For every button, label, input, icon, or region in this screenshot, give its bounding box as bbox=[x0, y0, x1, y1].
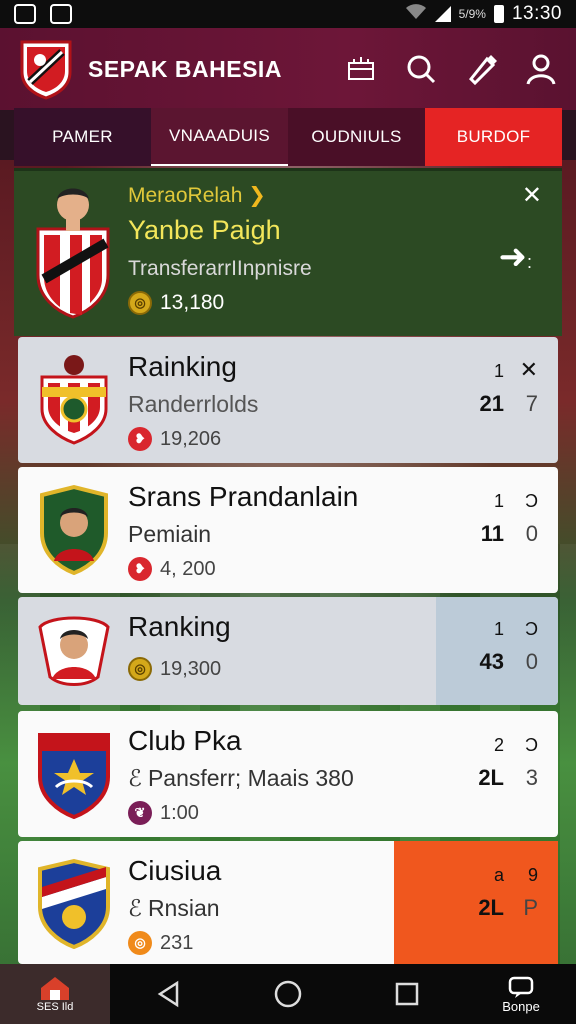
row-coins: ❥ 4, 200 bbox=[128, 557, 216, 581]
row-title: Ranking bbox=[128, 611, 231, 642]
search-icon[interactable] bbox=[404, 52, 438, 86]
profile-icon[interactable] bbox=[524, 52, 558, 86]
list-item[interactable]: Srans Prandanlain Pemiain ❥ 4, 200 1 Ɔ 1… bbox=[18, 467, 558, 593]
badge-icon: ❯ bbox=[248, 184, 266, 207]
coin-icon: ◎ bbox=[128, 291, 152, 315]
home-button[interactable] bbox=[229, 979, 348, 1009]
gift-icon: ❥ bbox=[128, 427, 152, 451]
club-crest-icon bbox=[36, 857, 112, 950]
back-button[interactable] bbox=[110, 980, 229, 1008]
row-coins: ◎ 19,300 bbox=[128, 657, 221, 681]
app-notification-icon bbox=[50, 4, 72, 24]
row-title: Club Pka bbox=[128, 725, 242, 756]
battery-percent: 5/9% bbox=[458, 7, 486, 21]
home-icon bbox=[41, 977, 69, 1000]
app-header: SEPAK BAHESIA bbox=[0, 28, 576, 110]
row-coins: ❥ 19,206 bbox=[128, 427, 221, 451]
row-coins: ◎ 231 bbox=[128, 931, 193, 955]
list-item[interactable]: Ranking ◎ 19,300 1 Ɔ 43 0 bbox=[18, 597, 558, 705]
tab-oudniuls[interactable]: OUDNIULS bbox=[288, 108, 425, 166]
row-title: Rainking bbox=[128, 351, 237, 382]
signal-icon bbox=[434, 6, 451, 22]
wifi-icon bbox=[405, 3, 427, 25]
club-crest-icon bbox=[36, 727, 112, 820]
row-subtitle: ℰ Rnsian bbox=[128, 895, 220, 921]
square-icon bbox=[395, 982, 418, 1006]
status-bar: 5/9% 13:30 bbox=[0, 0, 576, 28]
battery-icon bbox=[493, 5, 504, 23]
row-subtitle: Randerrlolds bbox=[128, 391, 259, 417]
club-logo[interactable] bbox=[18, 38, 74, 100]
row-subtitle: Pemiain bbox=[128, 521, 212, 547]
player-crest-icon bbox=[36, 483, 112, 576]
tab-burdof[interactable]: BURDOF bbox=[425, 108, 562, 166]
collapse-icon[interactable]: ✕ bbox=[522, 181, 542, 210]
list-item[interactable]: Ciusiua ℰ Rnsian ◎ 231 a 9 2L P bbox=[18, 841, 558, 964]
featured-description: TransferarrIInpnisre bbox=[128, 257, 312, 280]
edit-icon[interactable] bbox=[464, 52, 498, 86]
row-stats: 1 Ɔ 11 0 bbox=[480, 491, 538, 546]
featured-coins: ◎ 13,180 bbox=[128, 291, 224, 315]
row-stats: 2 Ɔ 2L 3 bbox=[478, 735, 538, 790]
coin-icon: ◎ bbox=[128, 931, 152, 955]
chat-icon bbox=[508, 976, 534, 998]
more-label: Bonpe bbox=[502, 998, 540, 1014]
close-icon[interactable]: ✕ bbox=[520, 357, 538, 383]
featured-subtitle: MeraoRelah ❯ bbox=[128, 184, 266, 207]
featured-player-name: Yanbe Paigh bbox=[128, 215, 281, 245]
home-label: SES Ild bbox=[36, 1001, 74, 1013]
row-title: Srans Prandanlain bbox=[128, 481, 359, 512]
transfer-icon: ℰ bbox=[128, 895, 142, 921]
circle-home-icon bbox=[274, 980, 302, 1008]
row-stats: 1 ✕ 21 7 bbox=[479, 357, 538, 416]
club-crest-icon bbox=[36, 353, 112, 445]
notification-icon bbox=[14, 4, 36, 24]
transfer-icon: ℰ bbox=[128, 765, 142, 791]
clock: 13:30 bbox=[511, 3, 562, 24]
tab-pamer[interactable]: PAMER bbox=[14, 108, 151, 166]
home-tab[interactable]: SES Ild bbox=[0, 964, 110, 1024]
navigation-bar: SES Ild Bonpe bbox=[0, 964, 576, 1024]
medal-icon: ❦ bbox=[128, 801, 152, 825]
row-stats: a 9 2L P bbox=[478, 865, 538, 920]
back-icon bbox=[158, 980, 179, 1008]
player-crest-icon bbox=[36, 607, 112, 699]
row-title: Ciusiua bbox=[128, 855, 222, 886]
featured-player-card[interactable]: MeraoRelah ❯ Yanbe Paigh TransferarrIInp… bbox=[14, 168, 562, 336]
row-coins: ❦ 1:00 bbox=[128, 801, 199, 825]
list-item[interactable]: Club Pka ℰ Pansferr; Maais 380 ❦ 1:00 2 … bbox=[18, 711, 558, 837]
arrow-right-icon[interactable]: ➜: bbox=[498, 237, 532, 277]
row-stats: 1 Ɔ 43 0 bbox=[479, 619, 538, 674]
row-subtitle: ℰ Pansferr; Maais 380 bbox=[128, 765, 354, 791]
tab-bar: PAMER VNAAADUIS OUDNIULS BURDOF bbox=[14, 108, 562, 166]
player-avatar bbox=[30, 179, 116, 319]
tab-vnaaaduis[interactable]: VNAAADUIS bbox=[151, 108, 288, 166]
heart-icon: ❥ bbox=[128, 557, 152, 581]
coin-icon: ◎ bbox=[128, 657, 152, 681]
recents-button[interactable] bbox=[347, 980, 466, 1008]
app-title: SEPAK BAHESIA bbox=[88, 55, 282, 82]
more-tab[interactable]: Bonpe bbox=[466, 975, 576, 1014]
list-item[interactable]: Rainking Randerrlolds ❥ 19,206 1 ✕ 21 7 bbox=[18, 337, 558, 463]
stadium-icon[interactable] bbox=[344, 52, 378, 86]
